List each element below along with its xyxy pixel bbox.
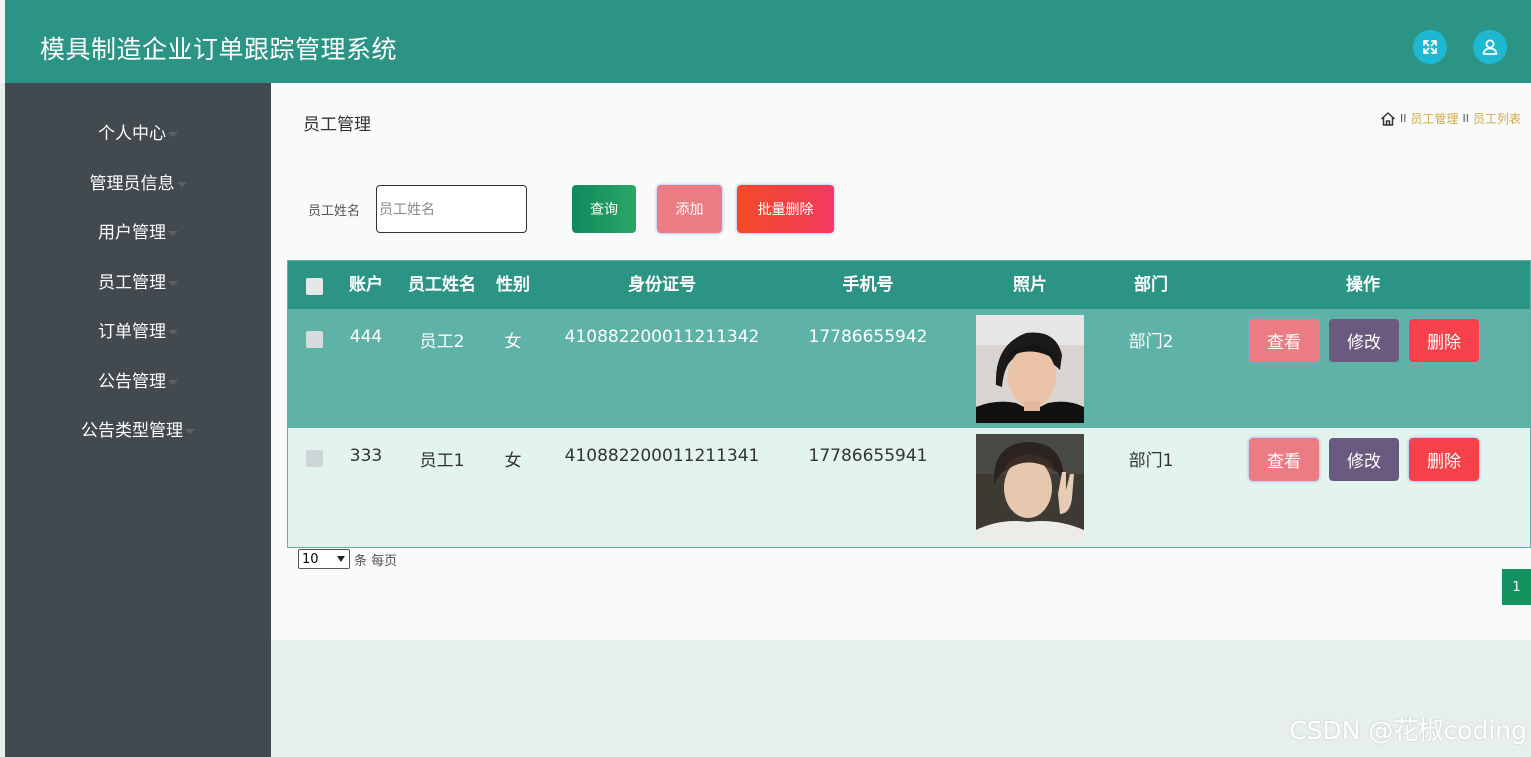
page-title: 员工管理	[303, 115, 371, 135]
column-header-gender: 性别	[496, 275, 530, 295]
sidebar-item-employee-management[interactable]: 员工管理	[5, 268, 271, 293]
sidebar-item-label: 公告管理	[98, 372, 166, 392]
delete-button[interactable]: 删除	[1409, 438, 1479, 481]
caret-down-icon	[168, 329, 178, 335]
breadcrumb-item-employee-list[interactable]: 员工列表	[1473, 110, 1521, 127]
search-label: 员工姓名	[308, 204, 361, 219]
row-checkbox[interactable]	[306, 331, 323, 348]
sidebar-item-label: 个人中心	[98, 124, 166, 144]
employee-photo	[976, 315, 1084, 423]
caret-down-icon	[168, 280, 178, 286]
breadcrumb-separator: II	[1399, 112, 1407, 125]
user-menu-button[interactable]	[1473, 30, 1507, 64]
cell-name: 员工1	[419, 451, 465, 471]
row-checkbox[interactable]	[306, 450, 323, 467]
cell-gender: 女	[504, 332, 522, 352]
per-page-label: 条 每页	[354, 554, 398, 569]
top-header: 模具制造企业订单跟踪管理系统	[0, 0, 1531, 83]
column-header-phone: 手机号	[842, 275, 894, 295]
table-row: 333 员工1 女 410882200011211341 17786655941…	[288, 428, 1530, 547]
caret-down-icon	[176, 181, 187, 187]
delete-button[interactable]: 删除	[1409, 319, 1479, 362]
app-title: 模具制造企业订单跟踪管理系统	[40, 35, 398, 64]
caret-down-icon	[168, 230, 178, 236]
cell-account: 444	[349, 327, 383, 347]
sidebar-item-label: 公告类型管理	[81, 421, 183, 441]
sidebar-item-label: 管理员信息	[89, 174, 175, 194]
sidebar-item-label: 员工管理	[98, 273, 166, 293]
edit-button[interactable]: 修改	[1329, 319, 1399, 362]
employee-name-search-input[interactable]	[376, 185, 527, 233]
sidebar-item-personal-center[interactable]: 个人中心	[5, 119, 271, 144]
header-gap	[0, 0, 5, 83]
breadcrumb: II 员工管理 II 员工列表	[1380, 110, 1521, 127]
cell-department: 部门2	[1128, 332, 1174, 352]
employee-photo	[976, 434, 1084, 542]
main-panel: 员工管理 II 员工管理 II 员工列表 员工姓名 查询 添加 批量删除 账户 …	[271, 83, 1531, 640]
sidebar-item-label: 订单管理	[98, 322, 166, 342]
expand-icon	[1423, 40, 1437, 54]
home-icon[interactable]	[1380, 111, 1396, 127]
column-header-actions: 操作	[1346, 275, 1380, 295]
employee-table: 账户 员工姓名 性别 身份证号 手机号 照片 部门 操作 444 员工2 女 4…	[287, 260, 1531, 548]
view-button[interactable]: 查看	[1249, 438, 1319, 481]
sidebar: 个人中心 管理员信息 用户管理 员工管理 订单管理 公告管理 公告类型管理	[5, 83, 271, 757]
view-button[interactable]: 查看	[1249, 319, 1319, 362]
sidebar-item-notice-management[interactable]: 公告管理	[5, 367, 271, 392]
cell-id-number: 410882200011211342	[564, 327, 760, 347]
cell-gender: 女	[504, 451, 522, 471]
cell-name: 员工2	[419, 332, 465, 352]
column-header-account: 账户	[349, 275, 383, 295]
cell-id-number: 410882200011211341	[564, 446, 760, 466]
watermark: CSDN @花椒coding	[1289, 716, 1527, 745]
sidebar-item-label: 用户管理	[98, 223, 166, 243]
sidebar-item-admin-info[interactable]: 管理员信息	[5, 169, 271, 194]
sidebar-item-user-management[interactable]: 用户管理	[5, 218, 271, 243]
cell-department: 部门1	[1128, 451, 1174, 471]
column-header-id-number: 身份证号	[628, 275, 696, 295]
add-button[interactable]: 添加	[657, 185, 722, 233]
breadcrumb-item-employee-management[interactable]: 员工管理	[1410, 110, 1458, 127]
caret-down-icon	[168, 379, 178, 385]
chevron-down-icon	[337, 556, 345, 562]
cell-account: 333	[349, 446, 383, 466]
sidebar-item-order-management[interactable]: 订单管理	[5, 317, 271, 342]
caret-down-icon	[168, 131, 178, 137]
page-size-select[interactable]: 10	[298, 549, 350, 569]
select-all-checkbox[interactable]	[306, 278, 323, 295]
batch-delete-button[interactable]: 批量删除	[737, 185, 834, 233]
user-icon	[1482, 39, 1498, 55]
table-row: 444 员工2 女 410882200011211342 17786655942…	[288, 309, 1530, 428]
edit-button[interactable]: 修改	[1329, 438, 1399, 481]
cell-phone: 17786655942	[808, 327, 928, 347]
column-header-name: 员工姓名	[408, 275, 476, 295]
query-button[interactable]: 查询	[572, 185, 636, 233]
fullscreen-button[interactable]	[1413, 30, 1447, 64]
column-header-department: 部门	[1134, 275, 1168, 295]
caret-down-icon	[185, 428, 195, 434]
table-header: 账户 员工姓名 性别 身份证号 手机号 照片 部门 操作	[288, 261, 1530, 309]
page-size-value: 10	[302, 551, 319, 567]
breadcrumb-separator: II	[1462, 112, 1469, 125]
sidebar-item-notice-type-management[interactable]: 公告类型管理	[5, 416, 271, 441]
page-number-button[interactable]: 1	[1502, 569, 1531, 605]
cell-phone: 17786655941	[808, 446, 928, 466]
column-header-photo: 照片	[1013, 275, 1047, 295]
